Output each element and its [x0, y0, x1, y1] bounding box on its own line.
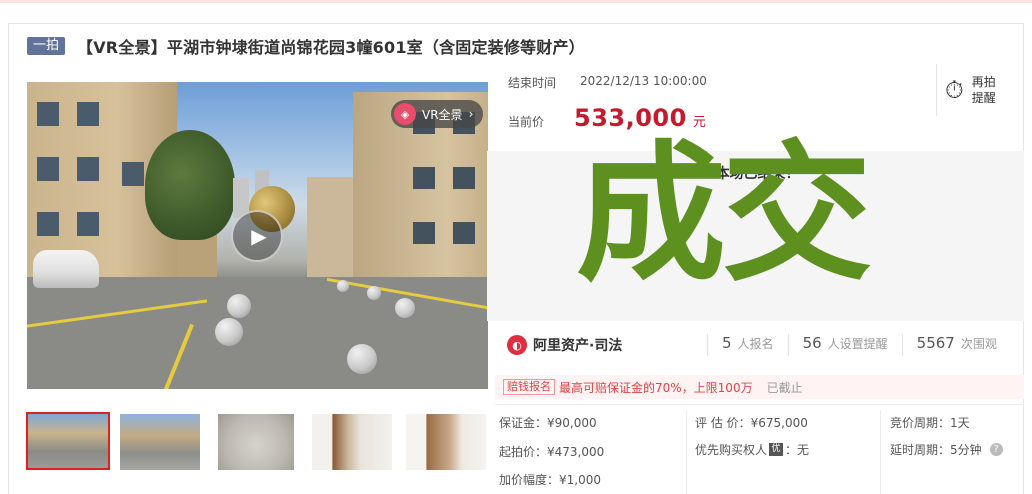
- view-count: 5567 次围观: [901, 334, 1011, 356]
- vr-panorama-button[interactable]: ◈ VR全景 ›: [391, 100, 484, 128]
- deposit-tag: 赔钱报名: [503, 379, 555, 395]
- deposit-text: 最高可赔保证金的70%，上限100万: [559, 380, 753, 395]
- deal-stamp: 成交: [576, 128, 872, 302]
- priority-icon: 优: [769, 443, 784, 456]
- ali-asset-logo-icon: ◐: [507, 335, 527, 355]
- platform-name: 阿里资产·司法: [533, 338, 623, 354]
- current-price-label: 当前价: [508, 115, 545, 129]
- vr-label: VR全景: [422, 107, 463, 122]
- thumbnail-5[interactable]: [406, 414, 486, 470]
- priority-buyer: 优先购买权人 优 ：无: [695, 443, 810, 457]
- thumbnail-4[interactable]: [312, 414, 392, 470]
- title-row: 一拍 【VR全景】平湖市钟埭街道尚锦花园3幢601室（含固定装修等财产）: [27, 34, 585, 58]
- valuation: 评 估 价：¥675,000: [695, 416, 808, 430]
- end-time-row: 结束时间 2022/12/13 10:00:00: [508, 74, 707, 91]
- top-strip: [0, 0, 1032, 3]
- help-icon[interactable]: ?: [989, 443, 1003, 456]
- photo-tree: [145, 130, 235, 240]
- start-price: 起拍价：¥473,000: [499, 445, 605, 459]
- alarm-clock-icon: ⏱: [945, 76, 964, 104]
- end-time-label: 结束时间: [508, 76, 557, 90]
- remind-line-2: 提醒: [971, 91, 996, 105]
- bid-increment: 加价幅度：¥1,000: [499, 473, 601, 487]
- thumbnail-2[interactable]: [120, 414, 200, 470]
- deposit-amount: 保证金：¥90,000: [499, 416, 597, 430]
- re-auction-remind-button[interactable]: ⏱ 再拍 提醒: [936, 64, 1028, 116]
- reminder-count: 56 人设置提醒: [787, 334, 902, 356]
- end-time-value: 2022/12/13 10:00:00: [580, 74, 707, 88]
- page-title: 【VR全景】平湖市钟埭街道尚锦花园3幢601室（含固定装修等财产）: [77, 38, 585, 57]
- play-icon: ▶: [251, 224, 267, 248]
- deposit-status: 已截止: [766, 380, 803, 395]
- remind-line-1: 再拍: [971, 75, 996, 89]
- thumbnail-3[interactable]: [218, 414, 294, 470]
- delay-cycle: 延时周期：5分钟 ?: [890, 441, 1003, 458]
- photo-car: [33, 250, 99, 288]
- thumbnail-1[interactable]: [26, 412, 110, 470]
- signup-count: 5 人报名: [707, 334, 788, 356]
- auction-round-tag: 一拍: [27, 37, 66, 55]
- stats-row: ◐ 阿里资产·司法 5 人报名 56 人设置提醒 5567 次围观: [487, 322, 1024, 368]
- main-photo[interactable]: ◈ VR全景 › ▶: [27, 82, 488, 389]
- vr-icon: ◈: [394, 103, 416, 125]
- deposit-compensation-row[interactable]: 赔钱报名 最高可赔保证金的70%，上限100万 已截止: [495, 375, 1024, 399]
- platform-logo[interactable]: ◐ 阿里资产·司法: [507, 335, 707, 355]
- chevron-right-icon: ›: [468, 107, 474, 121]
- bid-cycle: 竞价周期：1天: [890, 416, 970, 430]
- play-video-button[interactable]: ▶: [231, 210, 283, 262]
- details-divider: [495, 404, 1024, 405]
